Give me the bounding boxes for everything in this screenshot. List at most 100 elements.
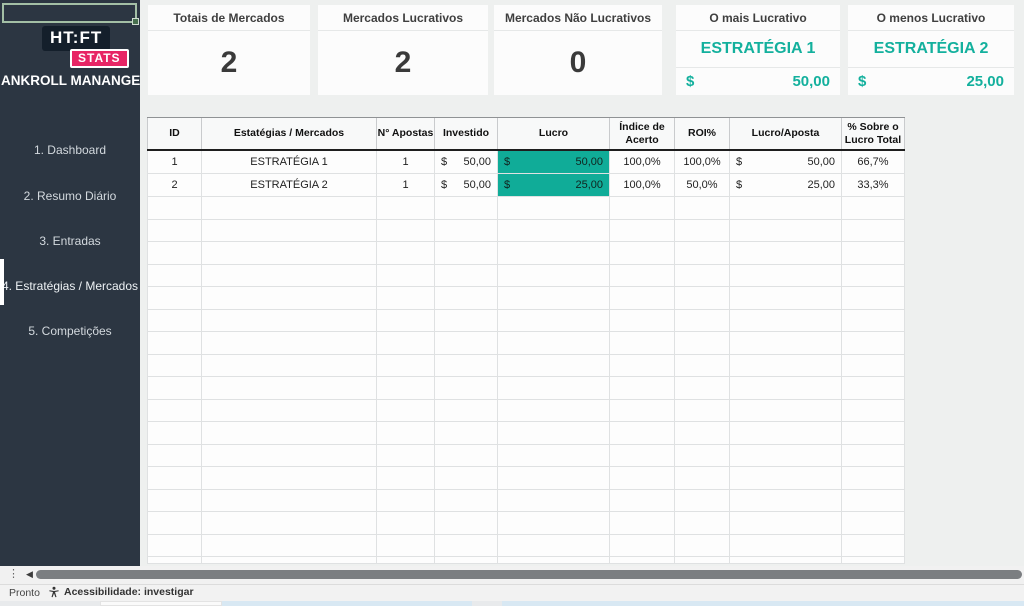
bottom-strip-segment xyxy=(222,601,472,606)
amount: 25,00 xyxy=(807,179,835,191)
horizontal-scrollbar: ⋮ ◀ xyxy=(0,566,1024,584)
brand-stats-badge: STATS xyxy=(70,49,129,68)
sidebar-item-entradas[interactable]: 3. Entradas xyxy=(0,234,140,248)
cell-estrategia[interactable]: ESTRATÉGIA 2 xyxy=(202,174,377,197)
currency-symbol: $ xyxy=(441,179,447,191)
empty-grid-row[interactable] xyxy=(147,242,905,265)
empty-grid-row[interactable] xyxy=(147,310,905,333)
empty-grid-row[interactable] xyxy=(147,445,905,468)
cell-lucro[interactable]: $ 25,00 xyxy=(498,174,610,197)
amount: 25,00 xyxy=(575,179,603,191)
amount: 50,00 xyxy=(463,156,491,168)
cell-investido[interactable]: $ 50,00 xyxy=(435,151,498,174)
empty-grid-row[interactable] xyxy=(147,535,905,558)
table-row: 2 ESTRATÉGIA 2 1 $ 50,00 $ 25,00 100,0% … xyxy=(147,174,905,197)
col-header-lucro: Lucro xyxy=(498,118,610,149)
cell-id[interactable]: 1 xyxy=(147,151,202,174)
currency-symbol: $ xyxy=(504,156,510,168)
cell-apostas[interactable]: 1 xyxy=(377,174,435,197)
cell-lucro-aposta[interactable]: $ 50,00 xyxy=(730,151,842,174)
amount: 50,00 xyxy=(463,179,491,191)
table-row: 1 ESTRATÉGIA 1 1 $ 50,00 $ 50,00 100,0% … xyxy=(147,151,905,174)
accessibility-person-icon xyxy=(48,586,60,598)
app-title: ANKROLL MANANGER v xyxy=(1,73,141,88)
bottom-strip-segment xyxy=(502,601,1024,606)
kpi-title: Totais de Mercados xyxy=(148,5,310,31)
accessibility-status-label: Acessibilidade: investigar xyxy=(64,586,194,598)
sidebar: HT:FT STATS ANKROLL MANANGER v 1. Dashbo… xyxy=(0,0,140,566)
cell-indice-acerto[interactable]: 100,0% xyxy=(610,174,675,197)
status-ready-label: Pronto xyxy=(9,587,40,599)
cell-pct-lucro-total[interactable]: 33,3% xyxy=(842,174,905,197)
kpi-value: 2 xyxy=(318,31,488,95)
col-header-lucro-aposta: Lucro/Aposta xyxy=(730,118,842,149)
selection-fill-handle[interactable] xyxy=(132,18,139,25)
sidebar-item-dashboard[interactable]: 1. Dashboard xyxy=(0,143,140,157)
kpi-strategy-name: ESTRATÉGIA 1 xyxy=(676,31,840,67)
empty-grid-row[interactable] xyxy=(147,197,905,220)
status-bar: Pronto Acessibilidade: investigar xyxy=(0,584,1024,601)
col-header-id: ID xyxy=(147,118,202,149)
amount: 50,00 xyxy=(807,156,835,168)
sidebar-item-competicoes[interactable]: 5. Competições xyxy=(0,324,140,338)
empty-grid-row[interactable] xyxy=(147,220,905,243)
scrollbar-thumb[interactable] xyxy=(36,570,1022,579)
accessibility-status-button[interactable]: Acessibilidade: investigar xyxy=(48,586,194,598)
col-header-n-apostas: N° Apostas xyxy=(377,118,435,149)
kpi-title: O menos Lucrativo xyxy=(848,5,1014,31)
empty-grid-row[interactable] xyxy=(147,512,905,535)
kpi-card-mercados-nao-lucrativos: Mercados Não Lucrativos 0 xyxy=(494,5,662,95)
col-header-investido: Investido xyxy=(435,118,498,149)
kpi-title: Mercados Lucrativos xyxy=(318,5,488,31)
col-header-indice-acerto: Índice de Acerto xyxy=(610,118,675,149)
kpi-card-menos-lucrativo: O menos Lucrativo ESTRATÉGIA 2 $ 25,00 xyxy=(848,5,1014,95)
currency-symbol: $ xyxy=(441,156,447,168)
empty-grid-row[interactable] xyxy=(147,557,905,564)
strategies-table: ID Estatégias / Mercados N° Apostas Inve… xyxy=(147,117,905,564)
kpi-strategy-name: ESTRATÉGIA 2 xyxy=(848,31,1014,67)
sheet-nav-dots-icon[interactable]: ⋮ xyxy=(8,567,19,580)
col-header-roi: ROI% xyxy=(675,118,730,149)
cell-investido[interactable]: $ 50,00 xyxy=(435,174,498,197)
empty-grid-row[interactable] xyxy=(147,400,905,423)
kpi-card-totais-mercados: Totais de Mercados 2 xyxy=(148,5,310,95)
kpi-card-mercados-lucrativos: Mercados Lucrativos 2 xyxy=(318,5,488,95)
cell-estrategia[interactable]: ESTRATÉGIA 1 xyxy=(202,151,377,174)
sidebar-item-estrategias-mercados[interactable]: 4. Estratégias / Mercados xyxy=(0,279,140,293)
cell-id[interactable]: 2 xyxy=(147,174,202,197)
table-header-row: ID Estatégias / Mercados N° Apostas Inve… xyxy=(147,117,905,151)
empty-grid-row[interactable] xyxy=(147,265,905,288)
kpi-card-mais-lucrativo: O mais Lucrativo ESTRATÉGIA 1 $ 50,00 xyxy=(676,5,840,95)
col-header-pct-lucro-total: % Sobre o Lucro Total xyxy=(842,118,905,149)
sidebar-item-resumo-diario[interactable]: 2. Resumo Diário xyxy=(0,189,140,203)
active-item-indicator xyxy=(0,259,4,305)
empty-grid-row[interactable] xyxy=(147,422,905,445)
brand-logo: HT:FT xyxy=(42,26,110,51)
col-header-estrategias-mercados: Estatégias / Mercados xyxy=(202,118,377,149)
kpi-title: O mais Lucrativo xyxy=(676,5,840,31)
kpi-title: Mercados Não Lucrativos xyxy=(494,5,662,31)
cell-pct-lucro-total[interactable]: 66,7% xyxy=(842,151,905,174)
scroll-left-arrow-icon[interactable]: ◀ xyxy=(26,569,33,580)
cell-apostas[interactable]: 1 xyxy=(377,151,435,174)
currency-symbol: $ xyxy=(736,156,742,168)
cell-lucro[interactable]: $ 50,00 xyxy=(498,151,610,174)
currency-symbol: $ xyxy=(858,73,866,90)
empty-grid-row[interactable] xyxy=(147,287,905,310)
empty-grid-row[interactable] xyxy=(147,467,905,490)
cell-selection-outline xyxy=(2,3,137,23)
kpi-value: 0 xyxy=(494,31,662,95)
kpi-amount: 50,00 xyxy=(792,73,830,90)
bottom-edge-strip xyxy=(0,601,1024,606)
cell-lucro-aposta[interactable]: $ 25,00 xyxy=(730,174,842,197)
empty-grid-row[interactable] xyxy=(147,377,905,400)
cell-indice-acerto[interactable]: 100,0% xyxy=(610,151,675,174)
amount: 50,00 xyxy=(575,156,603,168)
empty-grid-row[interactable] xyxy=(147,332,905,355)
cell-roi[interactable]: 50,0% xyxy=(675,174,730,197)
empty-grid-row[interactable] xyxy=(147,355,905,378)
cell-roi[interactable]: 100,0% xyxy=(675,151,730,174)
currency-symbol: $ xyxy=(736,179,742,191)
empty-grid-row[interactable] xyxy=(147,490,905,513)
kpi-value: 2 xyxy=(148,31,310,95)
